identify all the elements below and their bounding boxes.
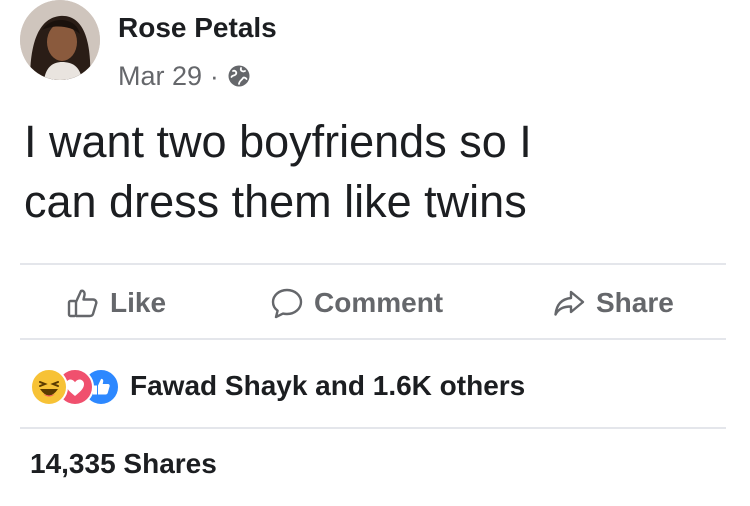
divider xyxy=(20,427,726,429)
post-text-line: can dress them like twins xyxy=(24,176,527,227)
haha-reaction-icon xyxy=(30,368,68,406)
facebook-post: Rose Petals Mar 29 · I want two boyfrien… xyxy=(0,0,750,506)
like-button[interactable]: Like xyxy=(66,282,166,324)
divider xyxy=(20,263,726,265)
like-label: Like xyxy=(110,287,167,318)
post-date[interactable]: Mar 29 xyxy=(118,61,202,92)
author-name[interactable]: Rose Petals xyxy=(118,12,277,44)
reactions-text[interactable]: Fawad Shayk and 1.6K others xyxy=(130,370,525,402)
share-button[interactable]: Share xyxy=(552,282,674,324)
author-avatar[interactable] xyxy=(20,0,100,80)
share-label: Share xyxy=(596,287,674,318)
post-text-line: I want two boyfriends so I xyxy=(24,116,532,167)
post-body: I want two boyfriends so I can dress the… xyxy=(24,112,724,232)
post-header: Rose Petals Mar 29 · xyxy=(20,0,720,91)
divider xyxy=(20,338,726,340)
comment-button[interactable]: Comment xyxy=(270,282,443,324)
shares-count[interactable]: 14,335 Shares xyxy=(30,448,217,480)
post-meta: Mar 29 · xyxy=(118,60,251,92)
meta-separator: · xyxy=(210,60,219,91)
thumbs-up-icon xyxy=(66,286,100,320)
comment-bubble-icon xyxy=(270,286,304,320)
share-arrow-icon xyxy=(552,286,586,320)
comment-label: Comment xyxy=(314,287,444,318)
action-bar: Like Comment Share xyxy=(0,270,750,336)
reactions-summary[interactable]: Fawad Shayk and 1.6K others xyxy=(30,360,525,412)
globe-icon[interactable] xyxy=(227,64,251,88)
reaction-icons xyxy=(30,366,122,406)
